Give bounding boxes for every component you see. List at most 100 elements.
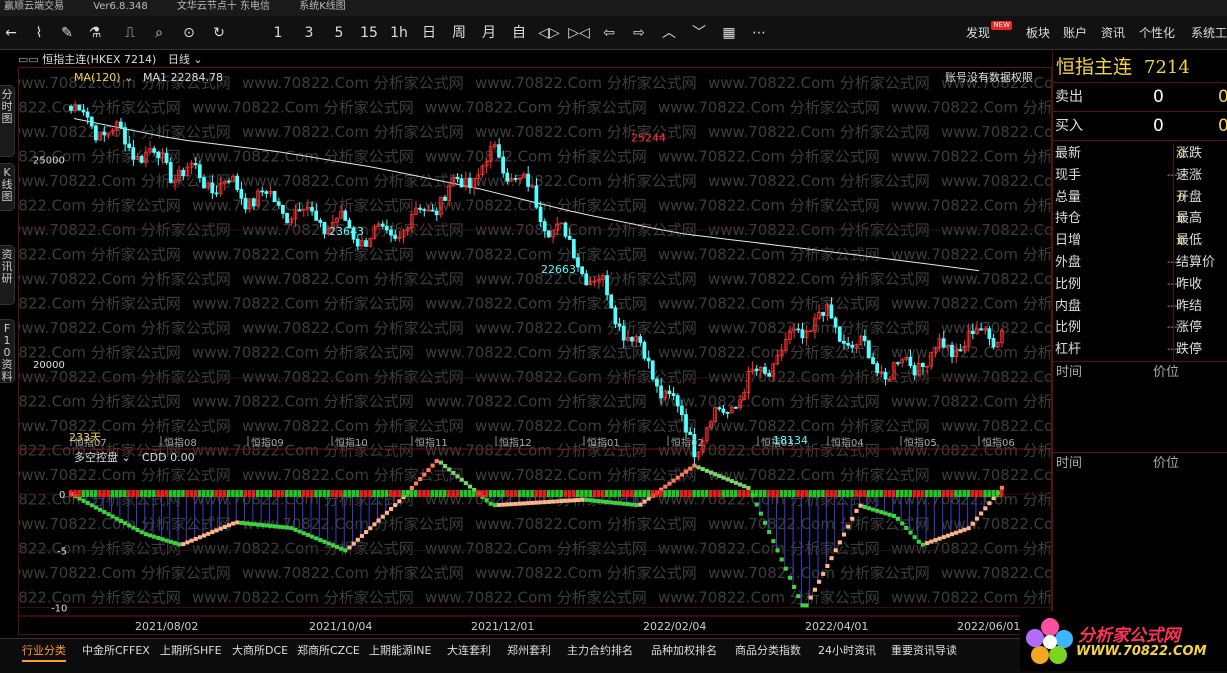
period-3min[interactable]: 3 [298,23,320,43]
period-5min[interactable]: 5 [328,23,350,43]
sell-volume: 0 [1218,87,1227,107]
watermark-text: www.70822.Com 分析家公式网 [19,197,181,215]
sub-line-seg [314,536,319,541]
sub-line-seg [800,603,805,608]
sub-line-seg [156,535,161,540]
layout-icon[interactable]: ▦ [718,23,740,43]
zoom-in-icon[interactable]: ◁▷ [538,23,560,43]
bottom-tab[interactable]: 郑商所CZCE [297,642,360,660]
watermark-text: www.70822.Com 分析家公式网 [242,417,464,435]
lock-icon[interactable]: ⊙ [178,23,200,43]
arrow-left-icon[interactable]: ⇦ [598,23,620,43]
quote-label-right: 最高 [1173,208,1202,231]
menu-info[interactable]: 资讯 [1101,24,1125,42]
bottom-tab[interactable]: 中金所CFFEX [82,642,150,660]
arrow-down-icon[interactable]: ﹀ [688,23,710,43]
period-custom[interactable]: 自 [508,23,530,43]
sub-line-seg [451,470,456,475]
watermark-text: www.70822.Com 分析家公式网 [941,123,1051,141]
menu-discover[interactable]: 发现 NEW [966,21,1013,42]
candle-body [725,411,730,414]
watermark-text: www.70822.Com 分析家公式网 [192,442,414,460]
menu-system[interactable]: 系统工 [1191,24,1227,42]
line-chart-icon[interactable]: ⌇ [28,23,50,43]
date-label: 2021/08/02 [135,620,198,633]
tab-timeshare[interactable]: 分时图 [0,85,15,157]
period-week[interactable]: 周 [448,23,470,43]
menu-account[interactable]: 账户 [1063,24,1087,42]
sub-zero-band [235,490,239,497]
sub-line-seg [247,521,252,526]
watermark-text: www.70822.Com 分析家公式网 [242,123,464,141]
bottom-tab[interactable]: 大商所DCE [232,642,288,660]
watermark-text: www.70822.Com 分析家公式网 [242,564,464,582]
buy-row[interactable]: 买入 0 0 [1053,112,1227,141]
candle-body [434,210,439,216]
indicator-icon[interactable]: ⚗ [84,23,106,43]
more-icon[interactable]: ⋯ [748,23,770,43]
kline-chart[interactable]: www.70822.Com 分析家公式网 www.70822.Com 分析家公式网… [0,68,1163,634]
candle-body [987,328,992,339]
sell-price: 0 [1153,87,1164,107]
bottom-tab[interactable]: 主力合约排名 [567,642,633,660]
sub-zero-band [222,490,227,497]
bottom-tab[interactable]: 重要资讯导读 [891,642,957,660]
chart-switch-icon[interactable]: ⎍ [119,23,141,43]
new-badge: NEW [991,21,1013,30]
symbol-title[interactable]: 恒指主连(HKEX 7214) [42,53,156,66]
tab-f10[interactable]: F10资料 [0,319,15,383]
sub-line-seg [966,526,971,531]
sub-line-seg [999,485,1004,490]
bottom-tab[interactable]: 商品分类指数 [735,642,801,660]
period-select[interactable]: 日线 ⌄ [168,53,203,66]
bottom-tab[interactable]: 24小时资讯 [818,642,876,660]
candle-body [297,209,302,212]
period-day[interactable]: 日 [418,23,440,43]
draw-icon[interactable]: ✎ [56,23,78,43]
back-arrow-icon[interactable]: ← [0,23,22,43]
bottom-tab[interactable]: 郑州套利 [507,642,551,660]
sub-line-seg [825,564,830,569]
arrow-right-icon[interactable]: ⇨ [628,23,650,43]
bottom-tab[interactable]: 行业分类 [22,642,66,662]
bottom-tab[interactable]: 大连套利 [447,642,491,660]
watermark-text: www.70822.Com 分析家公式网 [192,99,414,117]
bottom-tab[interactable]: 上期所SHFE [160,642,222,660]
sub-line-seg [821,571,826,576]
refresh-icon[interactable]: ↻ [208,23,230,43]
contract-month-label: 恒指10 [335,436,368,449]
sub-line-seg [862,504,867,509]
sub-zero-band [397,490,401,497]
watermark-text: www.70822.Com 分析家公式网 [192,589,414,607]
sub-line-seg [555,499,560,504]
bottom-tab[interactable]: 品种加权排名 [651,642,717,660]
period-1min[interactable]: 1 [267,23,289,43]
period-month[interactable]: 月 [478,23,500,43]
watermark-text: www.70822.Com 分析家公式网 [19,393,181,411]
watermark-text: www.70822.Com 分析家公式网 [425,148,647,166]
zoom-out-icon[interactable]: ▷◁ [568,23,590,43]
sell-row[interactable]: 卖出 0 0 [1053,83,1227,112]
sub-line-seg [679,472,685,477]
tab-news[interactable]: 资讯研 [0,245,15,305]
tab-kline[interactable]: K线图 [0,163,15,211]
sub-zero-band [925,490,929,497]
candle-body [866,340,871,359]
sub-zero-band [949,490,954,497]
candle-body [684,414,688,433]
sub-zero-band [563,490,568,497]
candle-body [139,156,144,163]
sub-zero-band [359,490,364,497]
chart-area[interactable]: www.70822.Com 分析家公式网 www.70822.Com 分析家公式网… [0,67,1163,635]
sub-line-seg [214,528,219,533]
bottom-tab[interactable]: 上期能源INE [369,642,431,660]
annotation-high: 25244 [631,131,666,144]
sub-zero-band [185,490,189,497]
magnify-icon[interactable]: ⌕ [148,23,170,43]
menu-sector[interactable]: 板块 [1026,24,1050,42]
sub-zero-band [854,490,858,497]
period-15min[interactable]: 15 [358,23,380,43]
arrow-up-icon[interactable]: ︿ [658,23,680,43]
period-1h[interactable]: 1h [388,23,410,43]
menu-personalize[interactable]: 个性化 [1139,24,1175,42]
